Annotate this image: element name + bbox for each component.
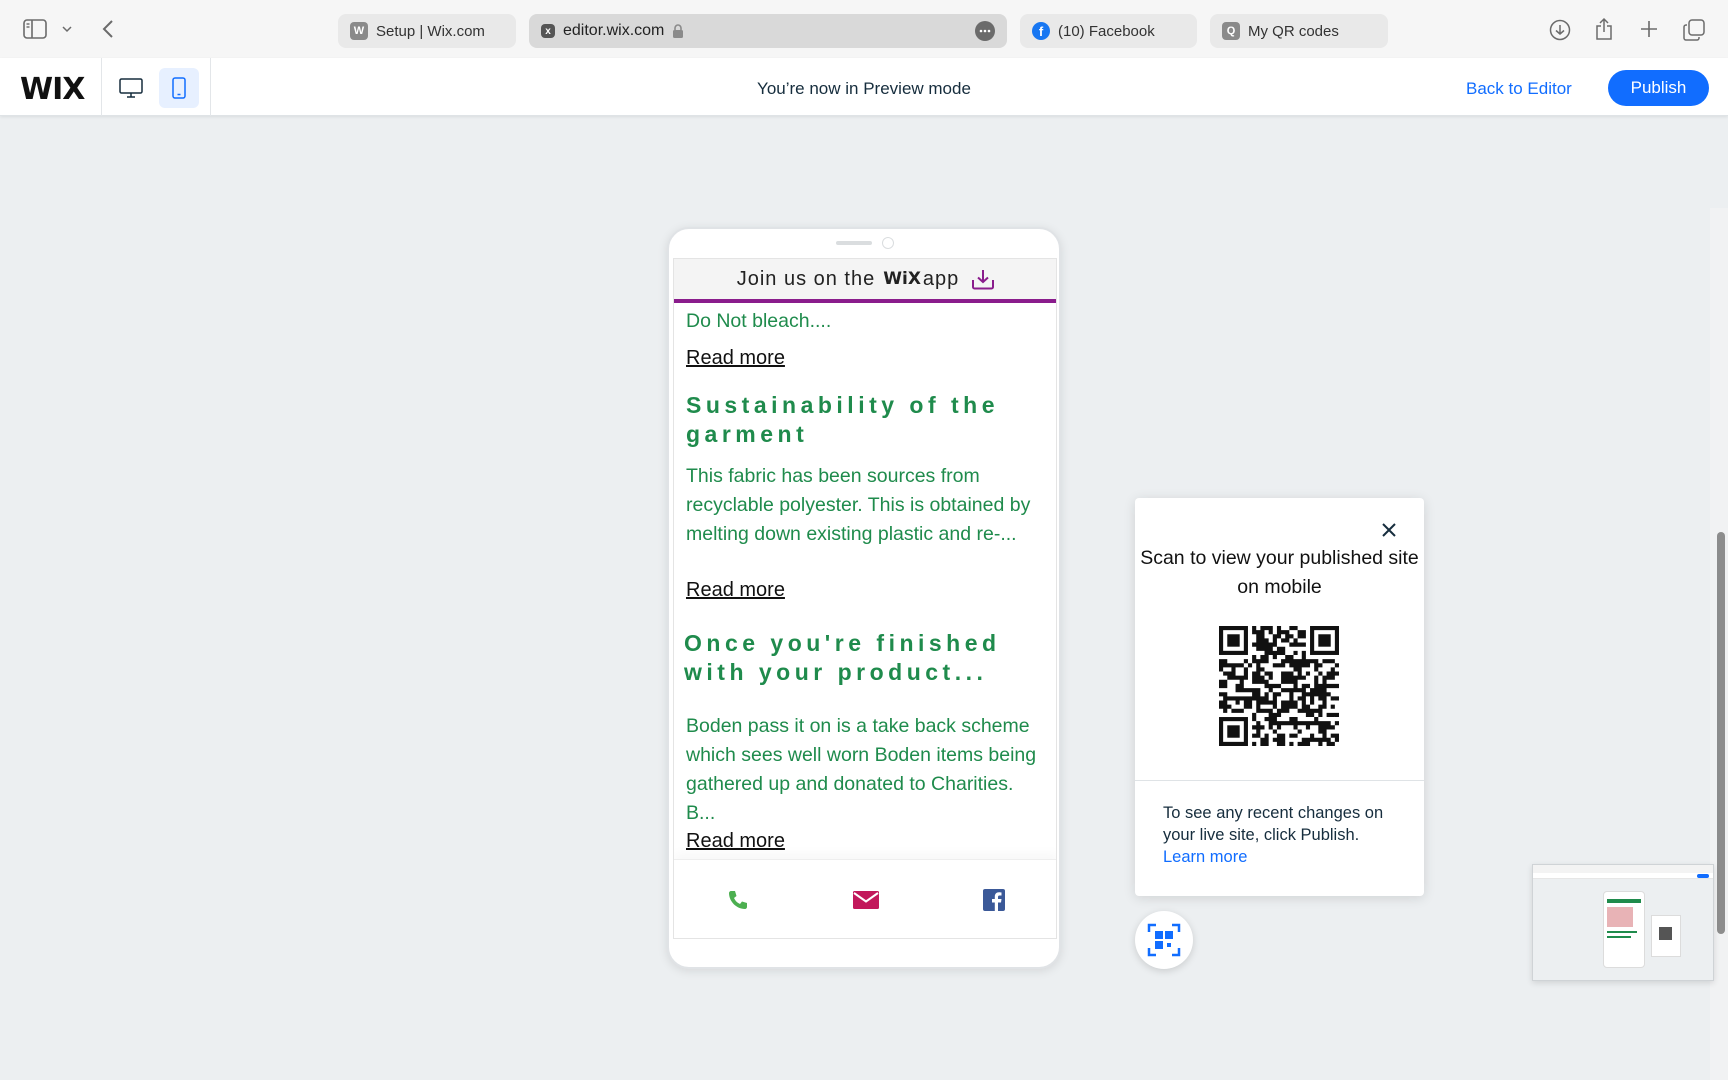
qr-panel-note: To see any recent changes on your live s…	[1163, 802, 1403, 868]
back-arrow-icon[interactable]	[98, 18, 118, 40]
screenshot-thumbnail[interactable]	[1532, 864, 1714, 981]
read-more-link[interactable]: Read more	[686, 830, 785, 853]
qr-favicon-icon: Q	[1222, 22, 1240, 40]
mobile-preview-frame: Join us on the WiX app Do Not bleach....…	[667, 227, 1061, 969]
wix-app-banner[interactable]: Join us on the WiX app	[674, 259, 1056, 303]
tab-my-qr-codes[interactable]: Q My QR codes	[1210, 14, 1388, 48]
mobile-site-screen[interactable]: Join us on the WiX app Do Not bleach....…	[673, 258, 1057, 939]
qr-code-image	[1219, 626, 1339, 746]
tab-editor-wix[interactable]: x editor.wix.com	[529, 14, 1007, 48]
tab-label: editor.wix.com	[563, 22, 665, 39]
phone-speaker	[836, 241, 872, 245]
section-heading: Sustainability of the garment	[686, 392, 1000, 447]
sidebar-toggle-icon[interactable]	[22, 18, 48, 40]
qr-code-toggle-button[interactable]	[1135, 911, 1193, 969]
close-icon[interactable]	[1377, 518, 1401, 542]
lock-icon	[672, 24, 684, 38]
tab-label: (10) Facebook	[1058, 22, 1155, 40]
banner-prefix: Join us on the	[736, 267, 876, 290]
qr-note-text: To see any recent changes on your live s…	[1163, 804, 1384, 844]
email-icon[interactable]	[852, 886, 880, 914]
quick-action-bar	[674, 859, 1056, 938]
qr-panel-title: Scan to view your published site on mobi…	[1140, 547, 1419, 598]
section-body: This fabric has been sources from recycl…	[686, 465, 1031, 545]
qr-scan-icon	[1147, 923, 1181, 957]
wix-preview-bar: WIX You’re now in Preview mode Back to E…	[0, 58, 1728, 116]
download-icon[interactable]	[1548, 18, 1572, 42]
wix-brand-mark: WiX	[883, 269, 921, 289]
facebook-favicon-icon: f	[1032, 22, 1050, 40]
section-heading: Once you're finished with your product..…	[684, 630, 1001, 685]
tab-label: My QR codes	[1248, 22, 1339, 40]
share-icon[interactable]	[1593, 16, 1615, 42]
qr-code-panel: Scan to view your published site on mobi…	[1135, 498, 1424, 896]
chevron-down-icon[interactable]	[60, 22, 74, 36]
banner-suffix: app	[922, 267, 960, 290]
browser-toolbar: W Setup | Wix.com x editor.wix.com f (10…	[0, 0, 1728, 58]
facebook-icon[interactable]	[980, 886, 1008, 914]
phone-camera	[882, 237, 894, 249]
download-icon	[971, 268, 995, 290]
new-tab-icon[interactable]	[1638, 18, 1660, 40]
divider	[1135, 780, 1424, 781]
back-to-editor-link[interactable]: Back to Editor	[1466, 79, 1572, 99]
tab-setup-wix[interactable]: W Setup | Wix.com	[338, 14, 516, 48]
learn-more-link[interactable]: Learn more	[1163, 848, 1247, 866]
close-tab-icon[interactable]: x	[541, 24, 555, 38]
tab-overview-icon[interactable]	[1682, 18, 1706, 42]
more-options-icon[interactable]	[975, 21, 995, 41]
section-body: Boden pass it on is a take back scheme w…	[686, 715, 1037, 824]
read-more-link[interactable]: Read more	[686, 347, 785, 370]
phone-icon[interactable]	[724, 886, 752, 914]
care-text: Do Not bleach....	[686, 310, 832, 332]
page-scrollbar-thumb[interactable]	[1717, 532, 1725, 934]
wix-favicon-icon: W	[350, 22, 368, 40]
publish-button[interactable]: Publish	[1608, 70, 1709, 106]
tab-facebook[interactable]: f (10) Facebook	[1020, 14, 1197, 48]
read-more-link[interactable]: Read more	[686, 579, 785, 602]
tab-label: Setup | Wix.com	[376, 22, 485, 40]
